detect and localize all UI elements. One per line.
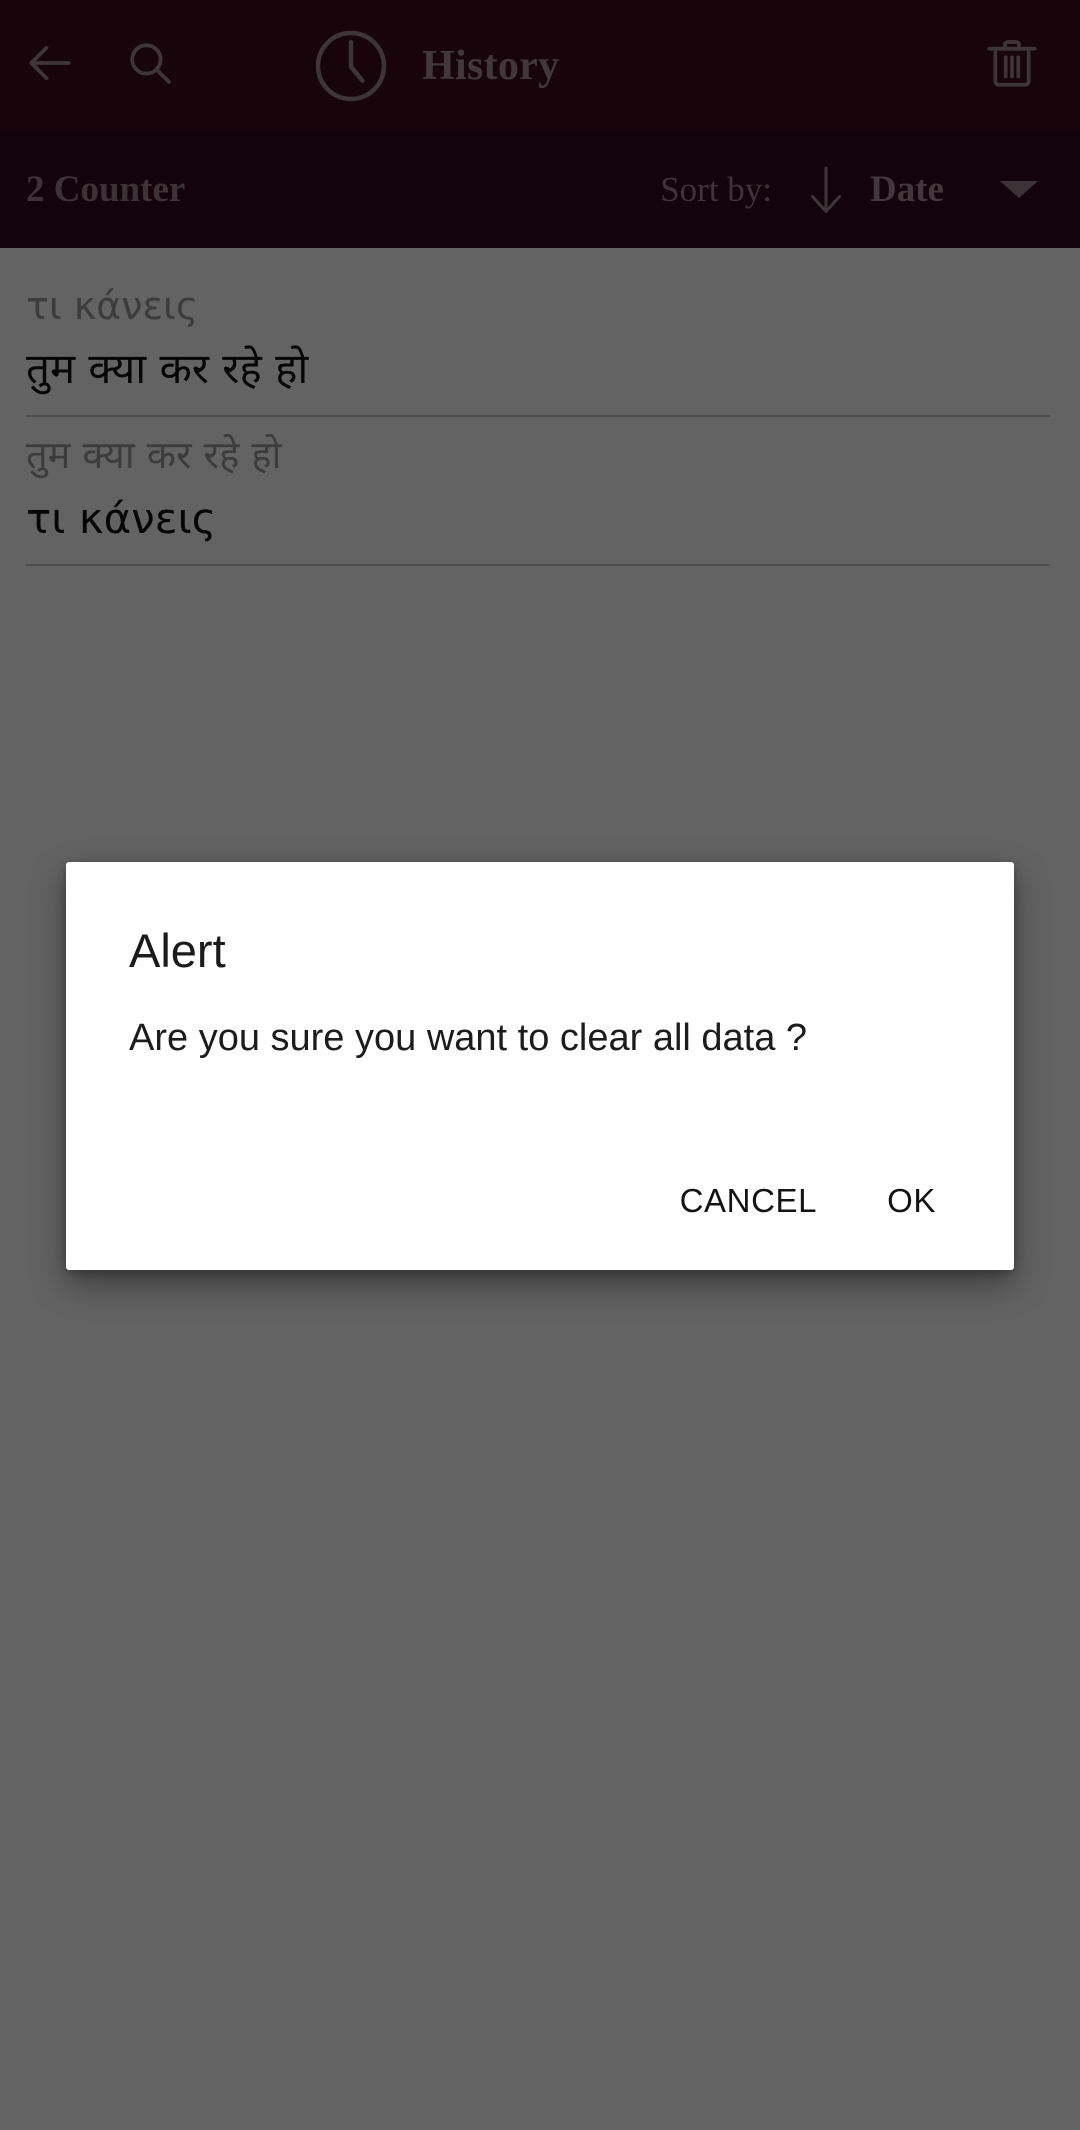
- ok-button[interactable]: OK: [859, 1166, 964, 1236]
- dialog-message: Are you sure you want to clear all data …: [129, 1017, 808, 1059]
- cancel-button[interactable]: CANCEL: [652, 1166, 845, 1236]
- dialog-actions: CANCEL OK: [66, 1166, 1014, 1270]
- alert-dialog: Alert Are you sure you want to clear all…: [66, 862, 1014, 1270]
- dialog-title: Alert: [129, 924, 226, 977]
